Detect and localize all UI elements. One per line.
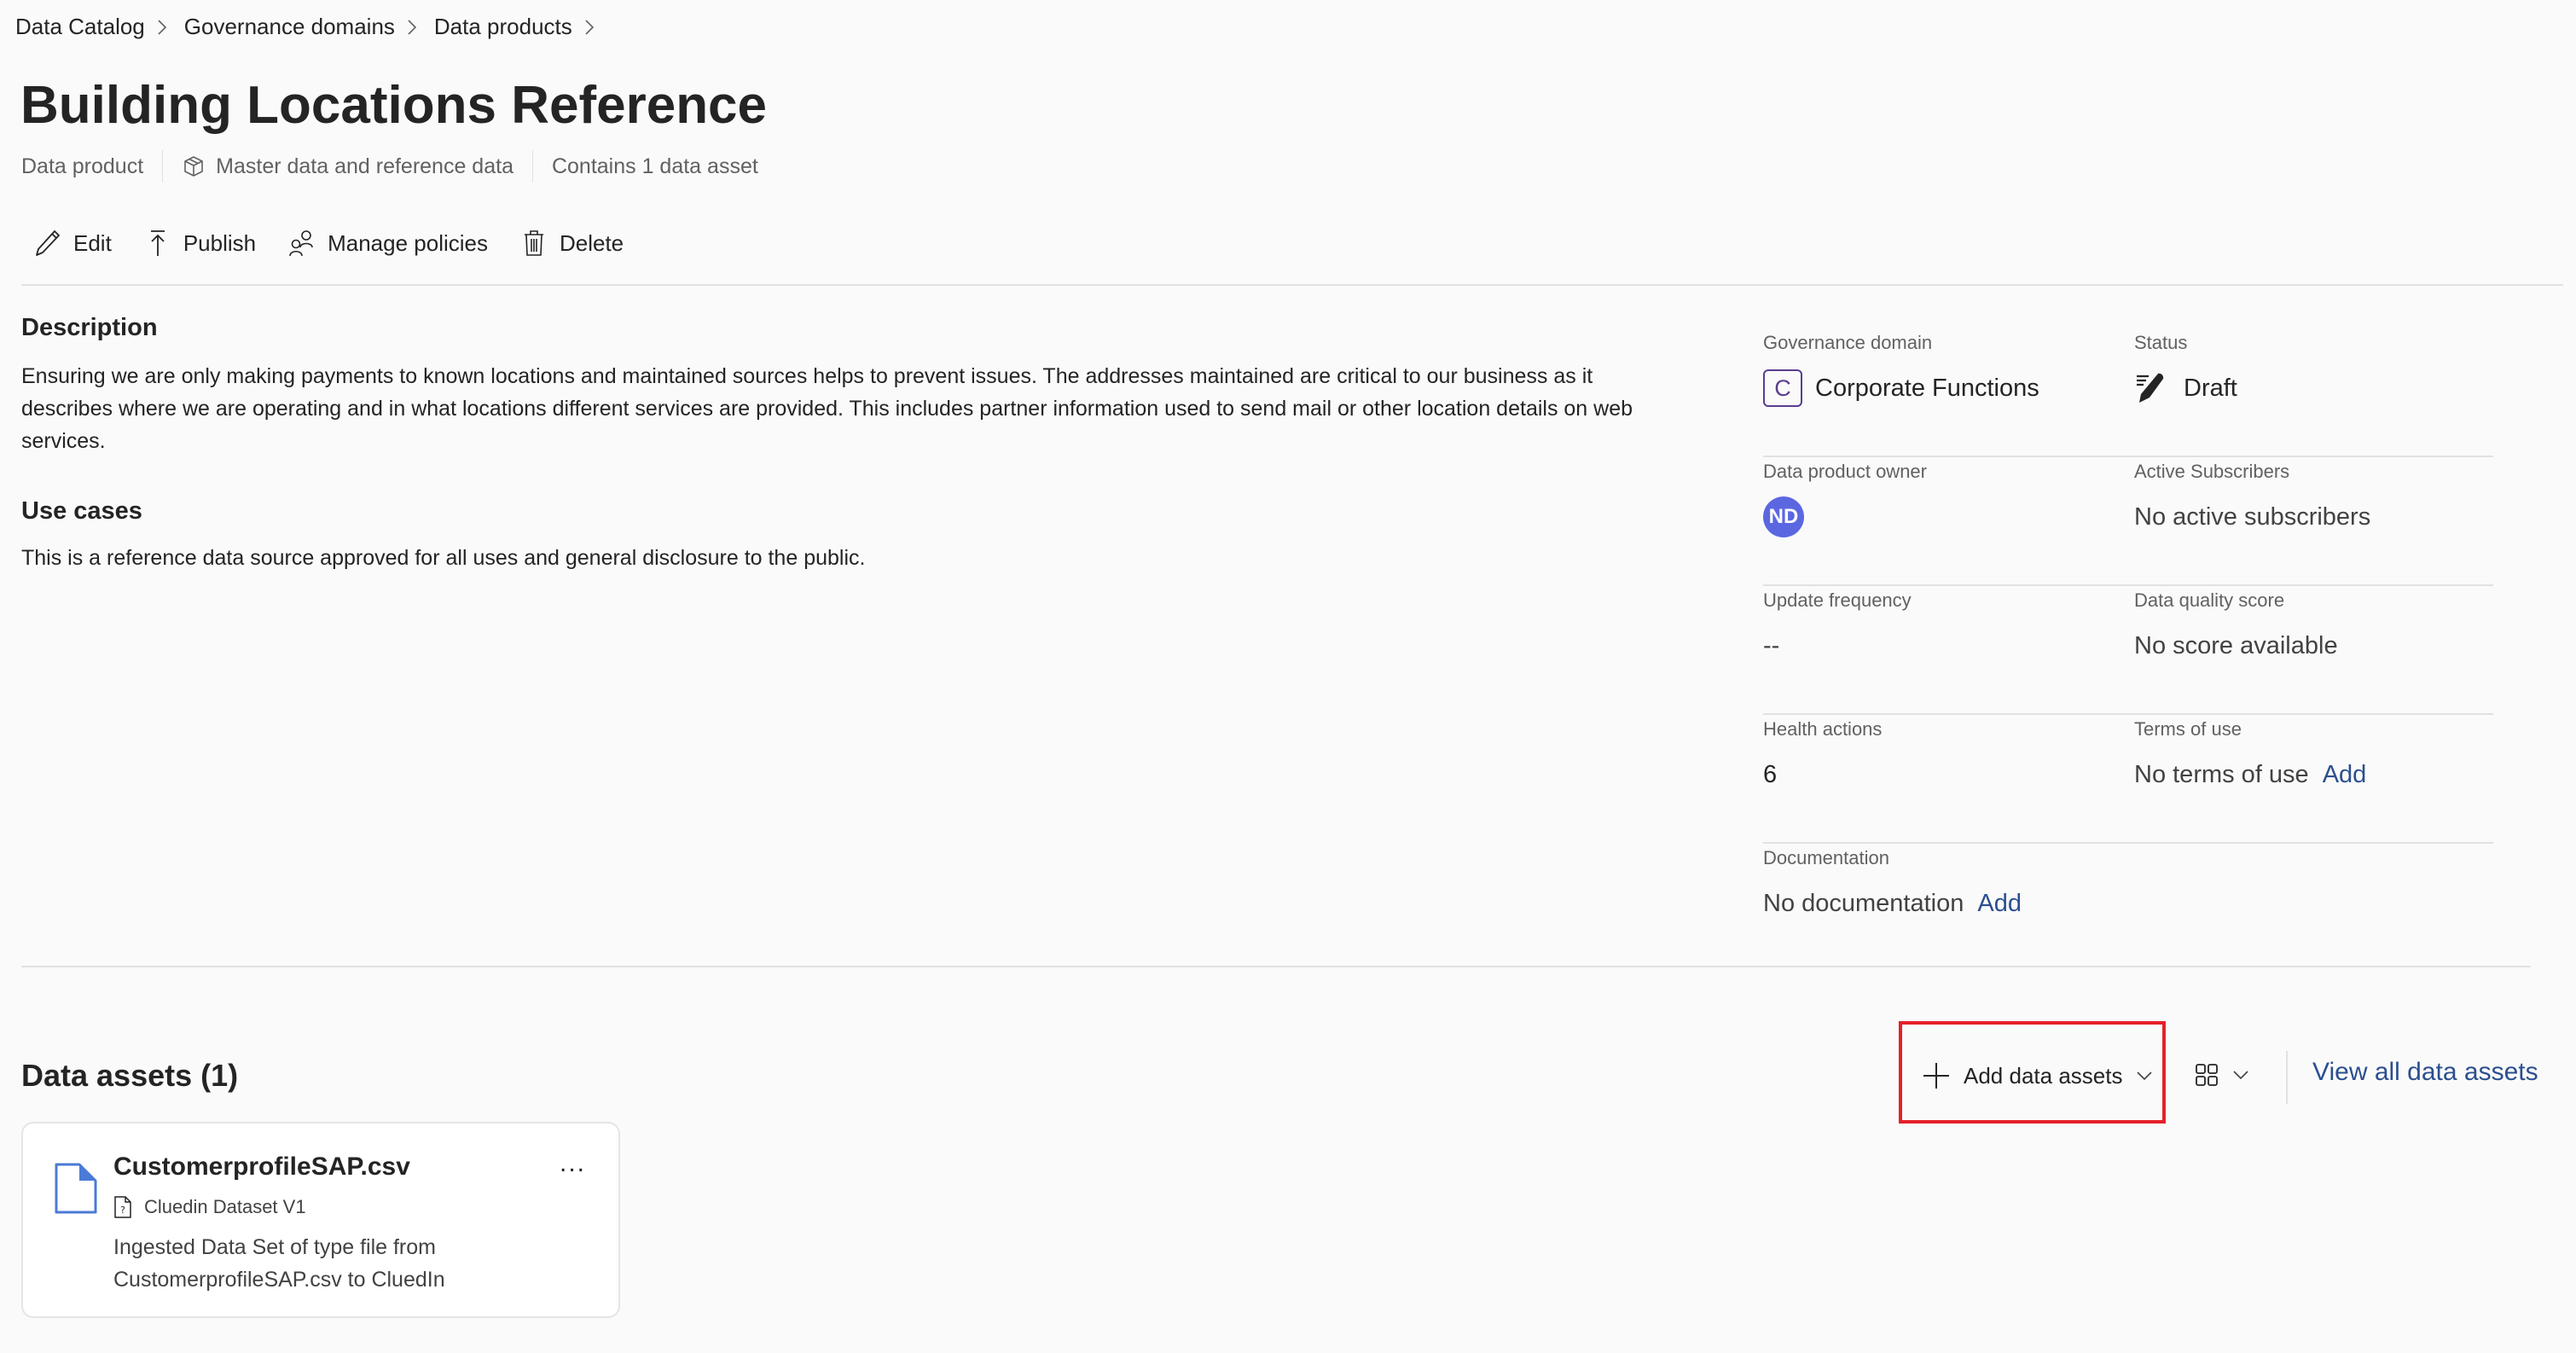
- asset-type-label: Cluedin Dataset V1: [144, 1196, 306, 1217]
- command-bar: Edit Publish Manage policies Delete: [34, 229, 656, 258]
- owner-label: Data product owner: [1763, 461, 1927, 482]
- page-title: Building Locations Reference: [20, 76, 768, 135]
- description-text: Ensuring we are only making payments to …: [21, 364, 1633, 453]
- documentation-label: Documentation: [1763, 847, 1889, 868]
- asset-count: Contains 1 data asset: [551, 154, 758, 178]
- chevron-right-icon: [157, 16, 172, 38]
- terms-of-use-value: No terms of use Add: [2134, 756, 2366, 793]
- active-subscribers-value: No active subscribers: [2134, 502, 2371, 531]
- breadcrumb-data-catalog[interactable]: Data Catalog: [15, 14, 145, 40]
- breadcrumb: Data Catalog Governance domains Data pro…: [15, 14, 612, 40]
- domain-badge: C: [1763, 369, 1802, 407]
- terms-of-use: Terms of use No terms of use Add: [2134, 715, 2366, 793]
- plus-icon: [1923, 1063, 1949, 1089]
- data-asset-card[interactable]: CustomerprofileSAP.csv ... ? Cluedin Dat…: [21, 1122, 620, 1318]
- health-actions-value[interactable]: 6: [1763, 756, 1882, 793]
- update-frequency-label: Update frequency: [1763, 589, 1912, 611]
- chevron-right-icon: [407, 16, 422, 38]
- add-documentation-link[interactable]: Add: [1977, 890, 2022, 918]
- more-options-button[interactable]: ...: [560, 1149, 586, 1178]
- divider: [162, 150, 164, 183]
- documentation-text: No documentation: [1763, 889, 1964, 917]
- delete-label: Delete: [559, 229, 624, 256]
- people-icon: [289, 230, 313, 257]
- data-assets-heading: Data assets (1): [21, 1058, 239, 1093]
- divider: [21, 966, 2531, 967]
- publish-arrow-up-icon: [150, 230, 165, 256]
- draft-pen-icon: [2137, 373, 2164, 403]
- property-row: Governance domain C Corporate Functions …: [1763, 328, 2493, 457]
- trash-icon: [524, 230, 543, 256]
- grid-view-icon: [2196, 1064, 2218, 1086]
- asset-name[interactable]: CustomerprofileSAP.csv: [113, 1153, 410, 1182]
- data-quality-score: Data quality score No score available: [2134, 586, 2338, 665]
- asset-description: Ingested Data Set of type file from Cust…: [113, 1235, 445, 1292]
- properties-panel: Governance domain C Corporate Functions …: [1763, 328, 2493, 973]
- breadcrumb-data-products[interactable]: Data products: [434, 14, 572, 40]
- divider: [2286, 1051, 2288, 1104]
- view-toggle-button[interactable]: [2195, 1063, 2249, 1087]
- terms-of-use-label: Terms of use: [2134, 718, 2242, 740]
- governance-domain: Governance domain C Corporate Functions: [1763, 328, 2039, 407]
- use-cases-heading: Use cases: [21, 497, 142, 525]
- data-product-owner: Data product owner ND: [1763, 457, 1927, 537]
- status-value: Draft: [2134, 369, 2237, 407]
- add-data-assets-label: Add data assets: [1964, 1062, 2123, 1089]
- add-terms-of-use-link[interactable]: Add: [2323, 761, 2367, 789]
- governance-domain-label: Governance domain: [1763, 332, 1933, 353]
- divider: [21, 284, 2563, 286]
- use-cases-text: This is a reference data source approved…: [21, 546, 866, 570]
- owner-value: ND: [1763, 496, 1927, 537]
- product-type: Data product: [21, 154, 144, 178]
- add-data-assets-button[interactable]: Add data assets: [1921, 1060, 2153, 1091]
- update-frequency-value: --: [1763, 631, 1780, 659]
- manage-policies-button[interactable]: Manage policies: [288, 229, 488, 258]
- breadcrumb-governance-domains[interactable]: Governance domains: [184, 14, 395, 40]
- data-quality-label: Data quality score: [2134, 589, 2285, 611]
- publish-label: Publish: [183, 229, 257, 256]
- health-actions: Health actions 6: [1763, 715, 1882, 793]
- manage-policies-label: Manage policies: [328, 229, 488, 256]
- documentation: Documentation No documentation Add: [1763, 844, 2022, 922]
- documentation-value: No documentation Add: [1763, 885, 2022, 922]
- file-icon: [55, 1163, 97, 1214]
- avatar[interactable]: ND: [1763, 496, 1804, 537]
- product-meta: Data product Master data and reference d…: [21, 150, 758, 183]
- terms-of-use-text: No terms of use: [2134, 760, 2309, 788]
- chevron-down-icon: [2137, 1071, 2153, 1081]
- chevron-right-icon: [584, 16, 600, 38]
- cube-icon: [182, 154, 206, 178]
- update-frequency: Update frequency --: [1763, 586, 1912, 665]
- publish-button[interactable]: Publish: [144, 229, 256, 258]
- property-row: Update frequency -- Data quality score N…: [1763, 586, 2493, 715]
- view-all-data-assets-link[interactable]: View all data assets: [2312, 1058, 2538, 1087]
- active-subscribers: Active Subscribers No active subscribers: [2134, 457, 2370, 536]
- property-row: Data product owner ND Active Subscribers…: [1763, 457, 2493, 586]
- active-subscribers-label: Active Subscribers: [2134, 461, 2290, 482]
- edit-label: Edit: [73, 229, 112, 256]
- description-heading: Description: [21, 314, 158, 341]
- governance-domain-name: Corporate Functions: [1815, 374, 2039, 402]
- health-actions-label: Health actions: [1763, 718, 1883, 740]
- asset-type: ? Cluedin Dataset V1: [113, 1195, 306, 1219]
- governance-domain-value[interactable]: C Corporate Functions: [1763, 369, 2039, 407]
- status: Status Draft: [2134, 328, 2237, 407]
- status-label: Status: [2134, 332, 2188, 353]
- status-text: Draft: [2184, 374, 2237, 402]
- edit-button[interactable]: Edit: [34, 229, 112, 258]
- pencil-icon: [36, 230, 60, 256]
- unknown-file-icon: ?: [114, 1196, 131, 1218]
- product-category: Master data and reference data: [216, 154, 513, 178]
- property-row: Documentation No documentation Add: [1763, 844, 2493, 973]
- divider: [531, 150, 533, 183]
- property-row: Health actions 6 Terms of use No terms o…: [1763, 715, 2493, 844]
- chevron-down-icon: [2233, 1071, 2248, 1080]
- data-quality-value: No score available: [2134, 631, 2338, 659]
- highlight-box: Add data assets: [1899, 1021, 2166, 1124]
- svg-text:?: ?: [120, 1205, 125, 1216]
- delete-button[interactable]: Delete: [520, 229, 624, 258]
